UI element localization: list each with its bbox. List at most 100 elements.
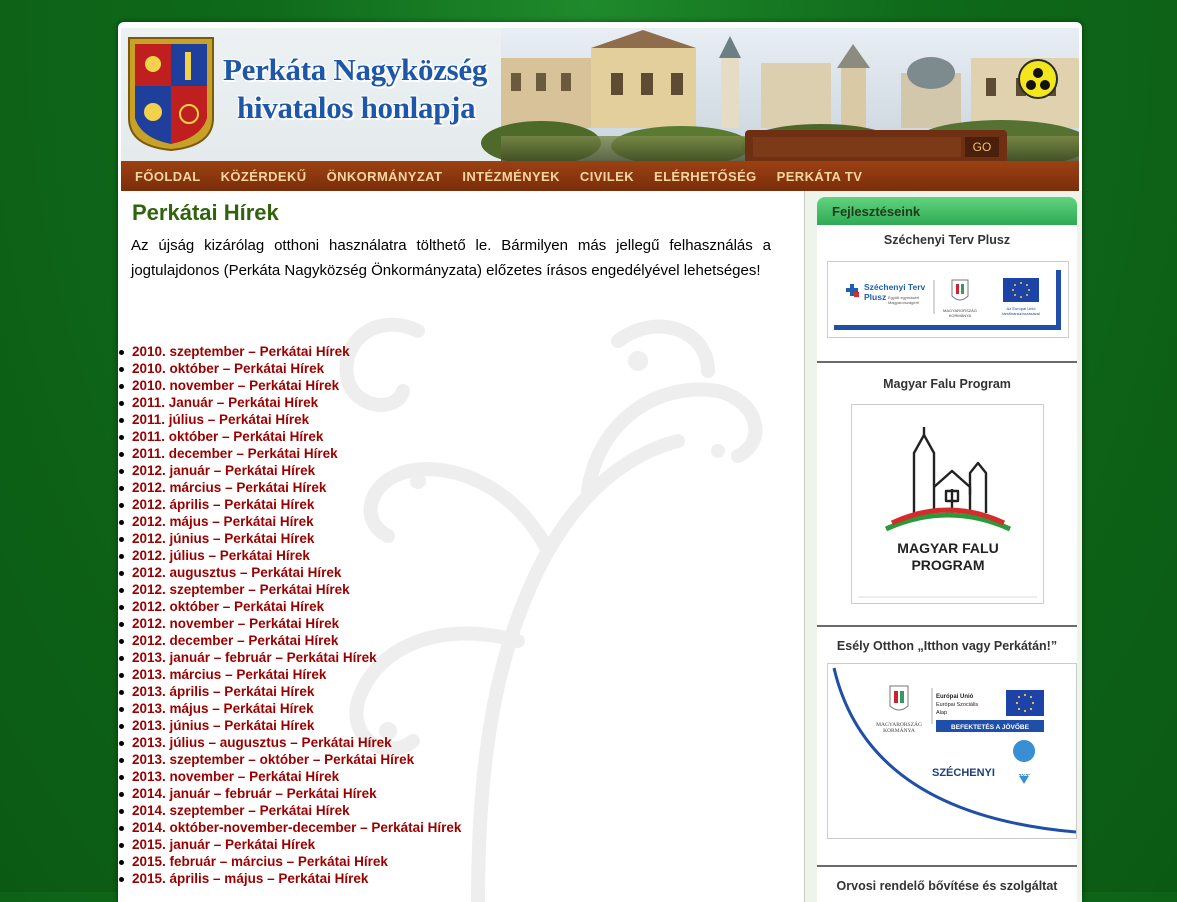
intro-paragraph: Az újság kizárólag otthoni használatra t… (131, 237, 771, 279)
news-link[interactable]: 2013. november – Perkátai Hírek (132, 769, 339, 784)
list-item: 2012. január – Perkátai Hírek (118, 462, 461, 479)
bullet-icon (119, 707, 124, 712)
page: Perkáta Nagyközség hivatalos honlapja GO… (118, 22, 1082, 902)
widget-title: Magyar Falu Program (883, 377, 1011, 391)
news-link[interactable]: 2011. július – Perkátai Hírek (132, 412, 309, 427)
news-link[interactable]: 2012. április – Perkátai Hírek (132, 497, 314, 512)
nav-item-civilek[interactable]: CIVILEK (570, 169, 644, 184)
news-link[interactable]: 2012. szeptember – Perkátai Hírek (132, 582, 350, 597)
news-link[interactable]: 2014. október-november-december – Perkát… (132, 820, 461, 835)
nav-item-onkormanyzat[interactable]: ÖNKORMÁNYZAT (317, 169, 453, 184)
szechenyi-2020-logo[interactable]: MAGYARORSZÁG KORMÁNYA Európai Unió Európ… (827, 663, 1077, 839)
list-item: 2015. január – Perkátai Hírek (118, 836, 461, 853)
bullet-icon (119, 486, 124, 491)
news-link[interactable]: 2012. november – Perkátai Hírek (132, 616, 339, 631)
nav-item-kozerdeku[interactable]: KÖZÉRDEKŰ (211, 169, 317, 184)
news-link[interactable]: 2012. május – Perkátai Hírek (132, 514, 314, 529)
news-link[interactable]: 2015. január – Perkátai Hírek (132, 837, 315, 852)
search-bar: GO (745, 130, 1007, 161)
page-title: Perkátai Hírek (132, 200, 279, 225)
news-link[interactable]: 2012. március – Perkátai Hírek (132, 480, 326, 495)
nav-item-intezmenyek[interactable]: INTÉZMÉNYEK (452, 169, 570, 184)
news-link[interactable]: 2013. május – Perkátai Hírek (132, 701, 314, 716)
search-input[interactable] (753, 137, 961, 157)
site-title-line1[interactable]: Perkáta Nagyközség (223, 52, 487, 88)
bullet-icon (119, 860, 124, 865)
news-link[interactable]: 2013. március – Perkátai Hírek (132, 667, 326, 682)
bullet-icon (119, 503, 124, 508)
news-link[interactable]: 2010. október – Perkátai Hírek (132, 361, 324, 376)
bullet-icon (119, 843, 124, 848)
news-link[interactable]: 2012. január – Perkátai Hírek (132, 463, 315, 478)
logo-text: MAGYAR FALU (897, 540, 998, 556)
widget-orvosi-rendelo: Orvosi rendelő bővítése és szolgáltat (817, 867, 1077, 902)
szechenyi-2020-logo-graphic: MAGYARORSZÁG KORMÁNYA Európai Unió Európ… (832, 667, 1076, 834)
news-link[interactable]: 2011. október – Perkátai Hírek (132, 429, 323, 444)
news-link[interactable]: 2012. augusztus – Perkátai Hírek (132, 565, 341, 580)
szechenyi-terv-plusz-logo[interactable]: Széchenyi Terv Plusz Együtt egymásért Ma… (827, 261, 1069, 338)
list-item: 2014. január – február – Perkátai Hírek (118, 785, 461, 802)
logo-text: SZÉCHENYI (932, 766, 995, 779)
bullet-icon (119, 384, 124, 389)
news-link[interactable]: 2012. július – Perkátai Hírek (132, 548, 310, 563)
news-link[interactable]: 2010. november – Perkátai Hírek (132, 378, 339, 393)
bullet-icon (119, 673, 124, 678)
list-item: 2011. december – Perkátai Hírek (118, 445, 461, 462)
bullet-icon (119, 537, 124, 542)
news-link[interactable]: 2013. szeptember – október – Perkátai Hí… (132, 752, 414, 767)
news-link[interactable]: 2010. szeptember – Perkátai Hírek (132, 344, 350, 359)
list-item: 2012. június – Perkátai Hírek (118, 530, 461, 547)
low-vision-accessibility-icon[interactable] (1018, 59, 1058, 99)
list-item: 2013. május – Perkátai Hírek (118, 700, 461, 717)
bullet-icon (119, 792, 124, 797)
news-link[interactable]: 2015. február – március – Perkátai Hírek (132, 854, 388, 869)
bullet-icon (119, 622, 124, 627)
bullet-icon (119, 554, 124, 559)
news-link[interactable]: 2013. július – augusztus – Perkátai Híre… (132, 735, 392, 750)
news-link[interactable]: 2013. június – Perkátai Hírek (132, 718, 314, 733)
nav-item-elerhetoseg[interactable]: ELÉRHETŐSÉG (644, 169, 767, 184)
list-item: 2010. szeptember – Perkátai Hírek (118, 343, 461, 360)
magyar-falu-program-logo[interactable]: MAGYAR FALU PROGRAM (851, 404, 1044, 604)
bullet-icon (119, 588, 124, 593)
news-link[interactable]: 2012. június – Perkátai Hírek (132, 531, 314, 546)
news-link[interactable]: 2014. szeptember – Perkátai Hírek (132, 803, 350, 818)
news-link[interactable]: 2015. április – május – Perkátai Hírek (132, 871, 368, 886)
news-link[interactable]: 2014. január – február – Perkátai Hírek (132, 786, 377, 801)
search-go-button[interactable]: GO (965, 137, 999, 157)
site-title-line2[interactable]: hivatalos honlapja (237, 90, 476, 126)
list-item: 2012. augusztus – Perkátai Hírek (118, 564, 461, 581)
bullet-icon (119, 367, 124, 372)
bullet-icon (119, 724, 124, 729)
logo-text: 2020 (1017, 772, 1031, 778)
news-link[interactable]: 2012. október – Perkátai Hírek (132, 599, 324, 614)
site-header: Perkáta Nagyközség hivatalos honlapja GO (121, 28, 1079, 161)
list-item: 2012. április – Perkátai Hírek (118, 496, 461, 513)
logo-text: Széchenyi Terv (864, 282, 926, 292)
widget-esely-otthon: Esély Otthon „Itthon vagy Perkátán!” MAG… (817, 627, 1077, 865)
news-link[interactable]: 2013. április – Perkátai Hírek (132, 684, 314, 699)
nav-item-perkata-tv[interactable]: PERKÁTA TV (767, 169, 873, 184)
list-item: 2011. október – Perkátai Hírek (118, 428, 461, 445)
news-link[interactable]: 2012. december – Perkátai Hírek (132, 633, 338, 648)
logo-text: Plusz (864, 292, 886, 302)
news-link[interactable]: 2011. december – Perkátai Hírek (132, 446, 338, 461)
list-item: 2012. július – Perkátai Hírek (118, 547, 461, 564)
news-list: 2010. szeptember – Perkátai Hírek 2010. … (118, 343, 461, 887)
nav-item-fooldal[interactable]: FŐOLDAL (125, 169, 211, 184)
main-content: Perkátai Hírek Az újság kizárólag otthon… (118, 191, 804, 902)
list-item: 2013. július – augusztus – Perkátai Híre… (118, 734, 461, 751)
list-item: 2012. november – Perkátai Hírek (118, 615, 461, 632)
logo-text: Európai Szociális (936, 702, 978, 708)
list-item: 2010. október – Perkátai Hírek (118, 360, 461, 377)
news-link[interactable]: 2013. január – február – Perkátai Hírek (132, 650, 377, 665)
main-nav: FŐOLDAL KÖZÉRDEKŰ ÖNKORMÁNYZAT INTÉZMÉNY… (121, 161, 1079, 191)
logo-text: Európai Unió (936, 694, 974, 700)
list-item: 2011. Január – Perkátai Hírek (118, 394, 461, 411)
logo-text: MAGYARORSZÁG (876, 720, 922, 728)
list-item: 2014. október-november-december – Perkát… (118, 819, 461, 836)
list-item: 2013. március – Perkátai Hírek (118, 666, 461, 683)
list-item: 2014. szeptember – Perkátai Hírek (118, 802, 461, 819)
bullet-icon (119, 775, 124, 780)
news-link[interactable]: 2011. Január – Perkátai Hírek (132, 395, 318, 410)
